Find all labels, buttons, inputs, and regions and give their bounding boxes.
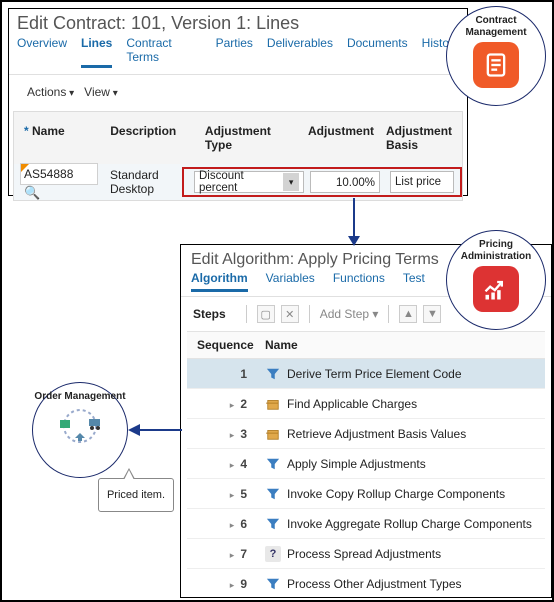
- contract-tabs: Overview Lines Contract Terms Parties De…: [9, 36, 467, 75]
- expand-icon[interactable]: ▸: [230, 430, 235, 440]
- step-row[interactable]: ▸4Apply Simple Adjustments: [187, 449, 545, 479]
- adjustment-value-field[interactable]: 10.00%: [310, 171, 380, 193]
- contract-panel: Edit Contract: 101, Version 1: Lines Ove…: [8, 8, 468, 196]
- move-up-icon[interactable]: ▲: [399, 305, 417, 323]
- actions-row: Actions View: [9, 75, 467, 111]
- step-row[interactable]: ▸6Invoke Aggregate Rollup Charge Compone…: [187, 509, 545, 539]
- step-row[interactable]: ▸3Retrieve Adjustment Basis Values: [187, 419, 545, 449]
- move-down-icon[interactable]: ▼: [423, 305, 441, 323]
- col-adjustment-basis: Adjustment Basis: [380, 120, 458, 156]
- tab-lines[interactable]: Lines: [81, 36, 112, 68]
- step-row[interactable]: ▸7?Process Spread Adjustments: [187, 539, 545, 569]
- detach-icon[interactable]: ▢: [257, 305, 275, 323]
- col-description: Description: [104, 120, 199, 156]
- tab-overview[interactable]: Overview: [17, 36, 67, 68]
- steps-table-header: Sequence Name: [187, 331, 545, 359]
- step-name: Invoke Copy Rollup Charge Components: [287, 487, 505, 501]
- step-name: Apply Simple Adjustments: [287, 457, 426, 471]
- package-icon: [265, 396, 281, 412]
- line-name-field[interactable]: AS54888: [20, 163, 98, 185]
- step-name: Process Other Adjustment Types: [287, 577, 462, 591]
- badge-label: Pricing Administration: [447, 239, 545, 262]
- table-row: AS54888 🔍 Standard Desktop Discount perc…: [14, 164, 462, 200]
- funnel-icon: [265, 516, 281, 532]
- lines-table: * Name Description Adjustment Type Adjus…: [13, 111, 463, 201]
- col-sequence: Sequence: [187, 332, 257, 358]
- delete-icon[interactable]: ✕: [281, 305, 299, 323]
- col-step-name: Name: [257, 332, 545, 358]
- expand-icon[interactable]: ▸: [230, 580, 235, 590]
- step-name: Process Spread Adjustments: [287, 547, 441, 561]
- package-icon: [265, 426, 281, 442]
- expand-icon[interactable]: ▸: [230, 460, 235, 470]
- step-name: Retrieve Adjustment Basis Values: [287, 427, 466, 441]
- col-adjustment-type: Adjustment Type: [199, 120, 302, 156]
- step-name: Invoke Aggregate Rollup Charge Component…: [287, 517, 532, 531]
- tab-parties[interactable]: Parties: [216, 36, 253, 68]
- badge-order-management: Order Management: [32, 382, 128, 478]
- callout-priced-item: Priced item.: [98, 478, 174, 512]
- add-step-menu[interactable]: Add Step ▾: [320, 307, 379, 321]
- funnel-icon: [265, 486, 281, 502]
- actions-menu[interactable]: Actions: [27, 85, 74, 99]
- step-row[interactable]: ▸5Invoke Copy Rollup Charge Components: [187, 479, 545, 509]
- adjustment-basis-field[interactable]: List price: [390, 171, 454, 193]
- steps-label: Steps: [193, 307, 226, 321]
- question-icon: ?: [265, 546, 281, 562]
- line-description: Standard Desktop: [104, 164, 184, 200]
- expand-icon[interactable]: ▸: [230, 520, 235, 530]
- tab-contract-terms[interactable]: Contract Terms: [126, 36, 201, 68]
- arrow-down-icon: [346, 198, 362, 246]
- tab-functions[interactable]: Functions: [333, 271, 385, 292]
- contract-icon: [473, 42, 519, 88]
- col-adjustment: Adjustment: [302, 120, 380, 156]
- adjustment-type-select[interactable]: Discount percent ▾: [194, 171, 304, 193]
- step-row[interactable]: ▸2Find Applicable Charges: [187, 389, 545, 419]
- tab-test[interactable]: Test: [403, 271, 425, 292]
- chevron-down-icon: ▾: [283, 173, 299, 191]
- expand-icon[interactable]: ▸: [230, 550, 235, 560]
- badge-contract-management: Contract Management: [446, 6, 546, 106]
- highlighted-adjustment-box: Discount percent ▾ 10.00% List price: [182, 167, 462, 197]
- tab-deliverables[interactable]: Deliverables: [267, 36, 333, 68]
- tab-variables[interactable]: Variables: [266, 271, 315, 292]
- view-menu[interactable]: View: [84, 85, 118, 99]
- order-management-icon: [56, 406, 104, 446]
- expand-icon[interactable]: ▸: [230, 400, 235, 410]
- divider: [246, 305, 247, 323]
- pricing-icon: [473, 266, 519, 312]
- search-icon[interactable]: 🔍: [24, 185, 40, 200]
- lines-table-header: * Name Description Adjustment Type Adjus…: [14, 112, 462, 164]
- step-name: Find Applicable Charges: [287, 397, 417, 411]
- badge-label: Order Management: [34, 391, 125, 403]
- step-row[interactable]: ▸9Process Other Adjustment Types: [187, 569, 545, 598]
- funnel-icon: [265, 456, 281, 472]
- col-name: Name: [32, 124, 65, 138]
- divider: [388, 305, 389, 323]
- badge-pricing-administration: Pricing Administration: [446, 230, 546, 330]
- tab-documents[interactable]: Documents: [347, 36, 408, 68]
- funnel-icon: [265, 576, 281, 592]
- badge-label: Contract Management: [447, 15, 545, 38]
- contract-title: Edit Contract: 101, Version 1: Lines: [9, 9, 467, 36]
- step-row[interactable]: 1Derive Term Price Element Code: [187, 359, 545, 389]
- funnel-icon: [265, 366, 281, 382]
- step-name: Derive Term Price Element Code: [287, 367, 462, 381]
- arrow-left-icon: [128, 422, 182, 438]
- expand-icon[interactable]: ▸: [230, 490, 235, 500]
- tab-algorithm[interactable]: Algorithm: [191, 271, 248, 292]
- steps-table-body: 1Derive Term Price Element Code▸2Find Ap…: [181, 359, 551, 598]
- divider: [309, 305, 310, 323]
